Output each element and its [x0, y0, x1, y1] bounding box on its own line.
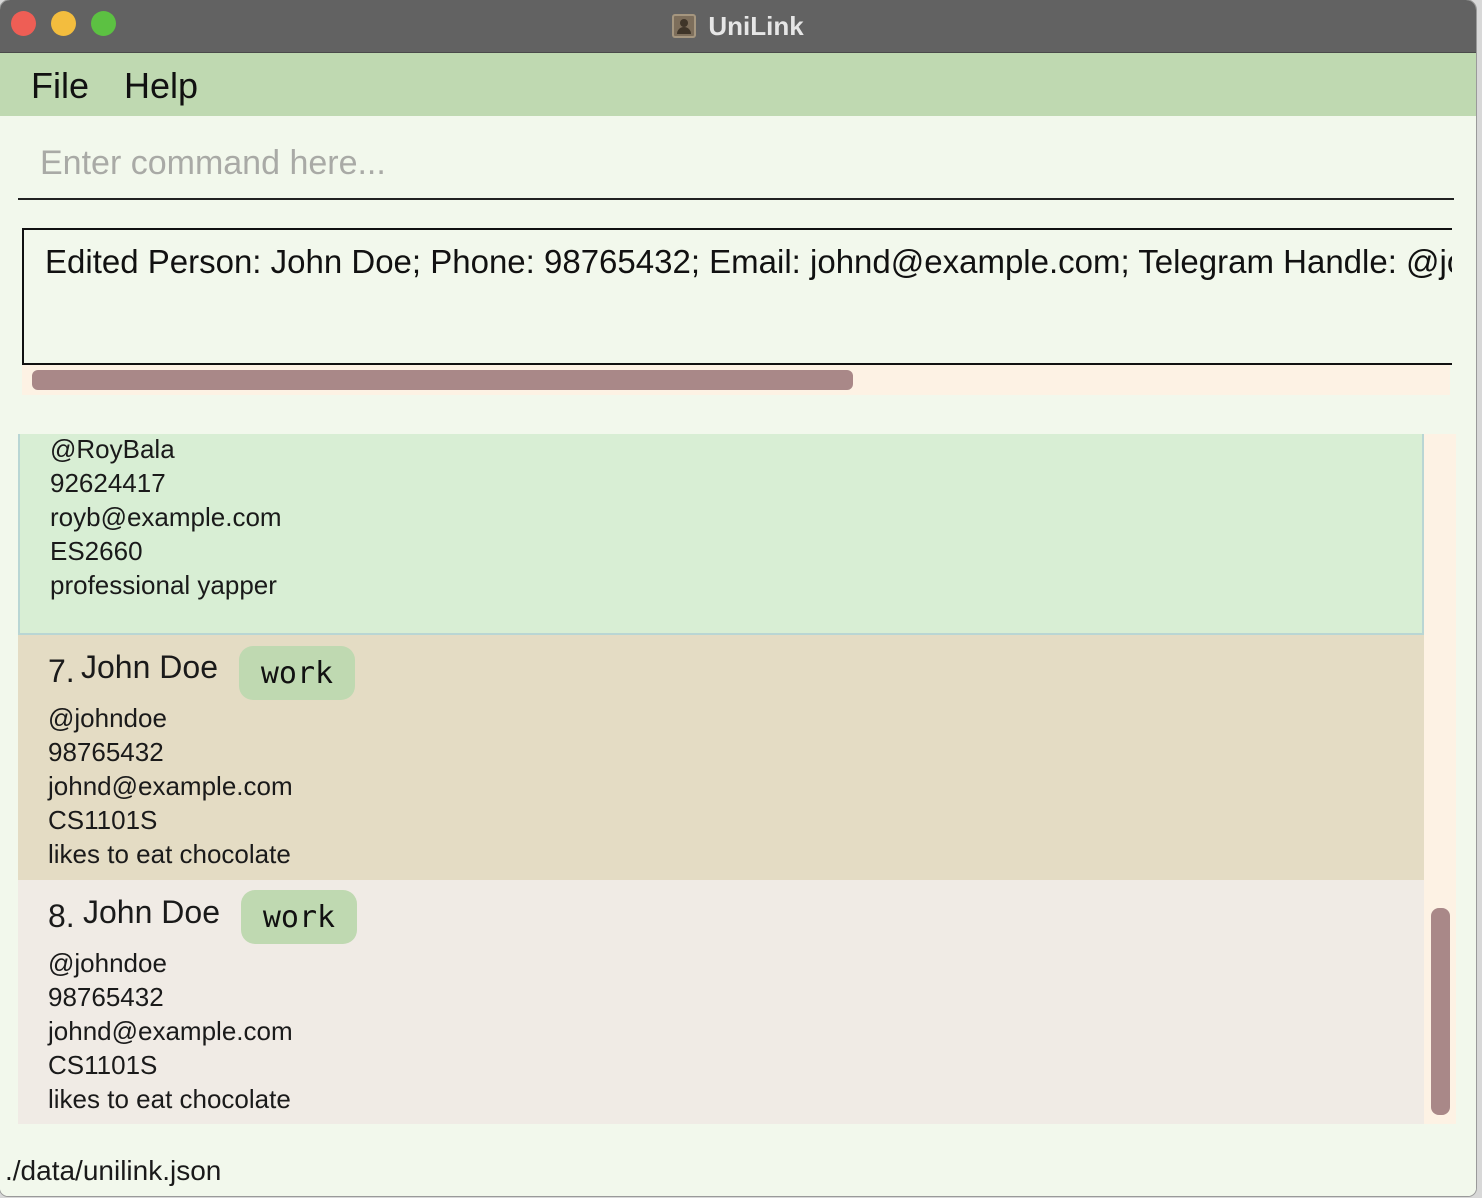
person-card[interactable]: 8. John Doe work @johndoe 98765432 johnd…	[18, 880, 1424, 1124]
tag-work: work	[239, 646, 355, 700]
title-bar[interactable]: UniLink	[0, 0, 1476, 53]
person-remark: likes to eat chocolate	[48, 1084, 291, 1114]
person-list[interactable]: colleagues @RoyBala 92624417 royb@exampl…	[18, 434, 1456, 1124]
person-name: John Doe	[81, 649, 218, 685]
menu-file[interactable]: File	[31, 65, 89, 107]
person-telegram: @johndoe	[48, 703, 167, 733]
menu-bar: File Help	[0, 53, 1476, 116]
person-module: ES2660	[50, 536, 143, 566]
person-remark: likes to eat chocolate	[48, 839, 291, 869]
person-email: johnd@example.com	[48, 1016, 293, 1046]
person-phone: 98765432	[48, 737, 164, 767]
person-module: CS1101S	[48, 1050, 158, 1080]
data-file-path: ./data/unilink.json	[5, 1155, 222, 1186]
menu-help[interactable]: Help	[124, 65, 198, 107]
window-title: UniLink	[708, 10, 804, 41]
app-window: UniLink File Help Edited Person: John Do…	[0, 0, 1476, 1196]
person-remark: professional yapper	[50, 570, 277, 600]
person-index: 7.	[48, 653, 75, 689]
status-bar: ./data/unilink.json	[0, 1146, 1476, 1196]
person-telegram: @johndoe	[48, 948, 167, 978]
person-email: royb@example.com	[50, 502, 282, 532]
person-phone: 92624417	[50, 468, 166, 498]
person-phone: 98765432	[48, 982, 164, 1012]
tag-work: work	[241, 890, 357, 944]
title-group: UniLink	[0, 0, 1476, 52]
person-telegram: @RoyBala	[50, 434, 175, 464]
person-email: johnd@example.com	[48, 771, 293, 801]
command-input[interactable]	[18, 128, 1454, 198]
person-card-selected[interactable]: colleagues @RoyBala 92624417 royb@exampl…	[18, 434, 1424, 635]
list-vertical-scrollbar-thumb[interactable]	[1431, 908, 1450, 1115]
person-name: John Doe	[83, 894, 220, 930]
result-display[interactable]: Edited Person: John Doe; Phone: 98765432…	[22, 228, 1452, 365]
result-message: Edited Person: John Doe; Phone: 98765432…	[45, 243, 1452, 280]
person-index: 8.	[48, 898, 75, 934]
result-scrollbar-thumb[interactable]	[32, 370, 853, 390]
command-box	[18, 128, 1454, 200]
app-contact-icon	[672, 14, 697, 38]
result-horizontal-scrollbar[interactable]	[22, 365, 1450, 395]
person-card[interactable]: 7. John Doe work @johndoe 98765432 johnd…	[18, 635, 1424, 880]
person-module: CS1101S	[48, 805, 158, 835]
